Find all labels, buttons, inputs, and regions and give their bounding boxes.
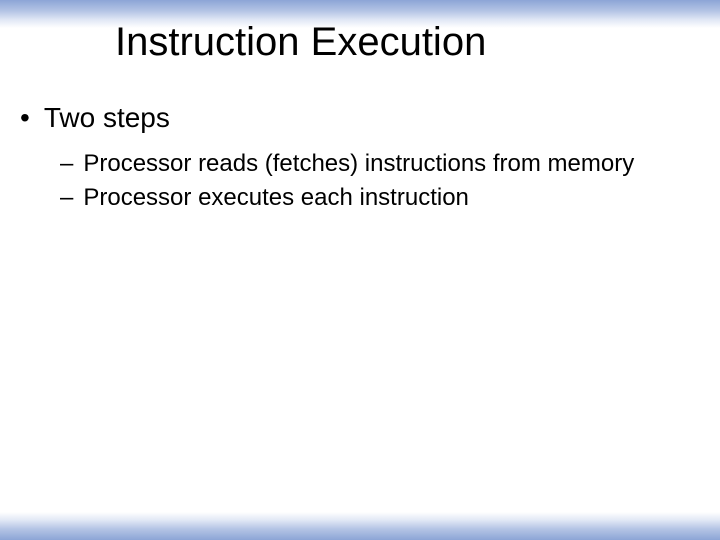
bullet-marker: • [20,101,30,135]
slide-title: Instruction Execution [0,20,720,65]
bullet-item-level-1: • Two steps [0,101,720,135]
bullet-item-level-2: – Processor executes each instruction [0,183,720,213]
bullet-text: Processor executes each instruction [83,183,469,213]
slide-content: Instruction Execution • Two steps – Proc… [0,0,720,213]
bullet-text: Processor reads (fetches) instructions f… [83,149,634,179]
bullet-marker: – [60,183,73,213]
bullet-item-level-2: – Processor reads (fetches) instructions… [0,149,720,179]
bullet-text: Two steps [44,101,170,135]
bullet-marker: – [60,149,73,179]
bottom-gradient-decoration [0,512,720,540]
